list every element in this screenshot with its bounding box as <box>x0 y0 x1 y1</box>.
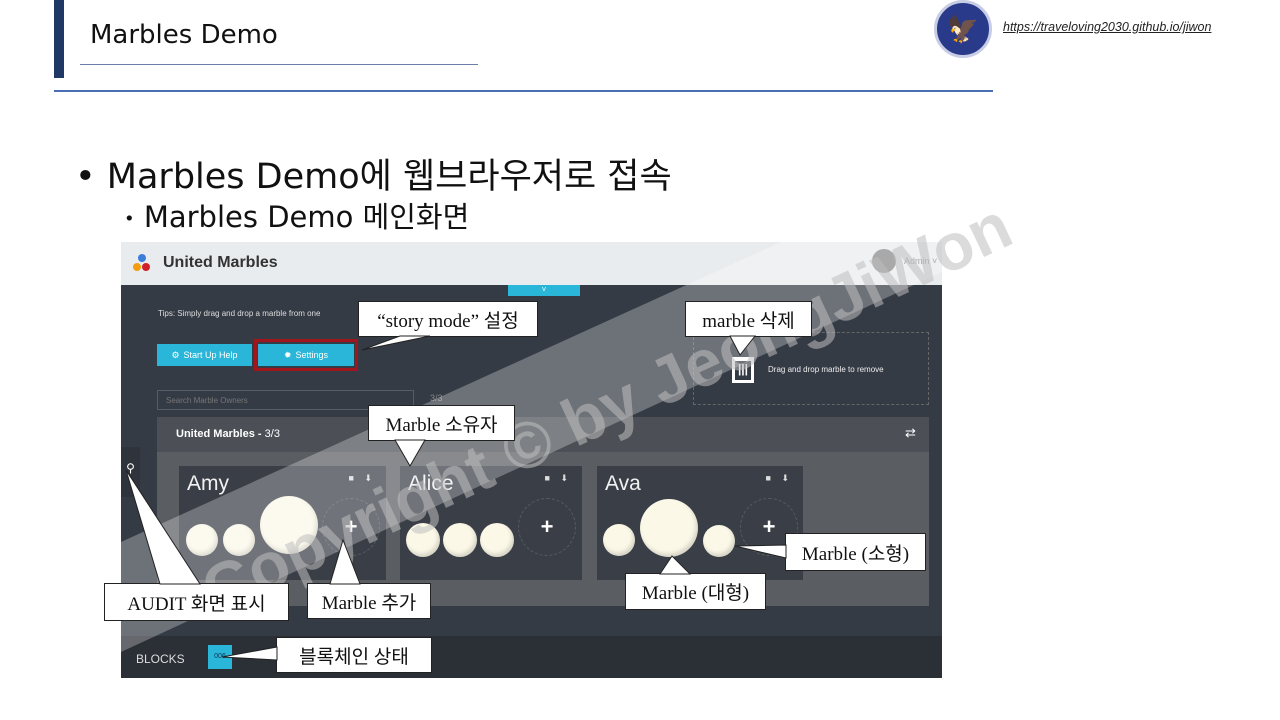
callout-audit: AUDIT 화면 표시 <box>104 583 289 621</box>
trash-dropzone[interactable]: ||| Drag and drop marble to remove <box>693 332 929 405</box>
marble-small[interactable] <box>186 524 218 556</box>
help-icon: ⚙ <box>171 349 180 360</box>
trash-text: Drag and drop marble to remove <box>768 365 884 374</box>
owner-count: 3/3 <box>430 393 443 403</box>
callout-large: Marble (대형) <box>625 573 766 610</box>
callout-add: Marble 추가 <box>307 583 431 619</box>
card-actions-icon[interactable]: ■ ⬇ <box>349 473 376 484</box>
callout-small: Marble (소형) <box>785 533 926 571</box>
tips-text: Tips: Simply drag and drop a marble from… <box>158 309 321 318</box>
callout-chain: 블록체인 상태 <box>276 637 432 673</box>
bullet-sub: • Marbles Demo 메인화면 <box>124 200 470 234</box>
callout-owner: Marble 소유자 <box>368 405 515 441</box>
settings-button[interactable]: ✹ Settings <box>258 344 354 366</box>
sort-icon[interactable]: ⇄ <box>905 425 916 441</box>
app-title: United Marbles <box>163 254 278 271</box>
owner-card-amy: Amy ■ ⬇ + <box>179 466 386 580</box>
add-marble-button[interactable]: + <box>518 498 576 556</box>
author-url-link[interactable]: https://traveloving2030.github.io/jiwon <box>1003 20 1211 34</box>
block-badge[interactable]: 006 <box>208 645 232 669</box>
marble-small[interactable] <box>480 523 514 557</box>
callout-delete: marble 삭제 <box>685 301 812 337</box>
marble-small[interactable] <box>703 525 735 557</box>
callout-story-mode: “story mode” 설정 <box>358 301 538 337</box>
owner-card-alice: Alice ■ ⬇ + <box>400 466 582 580</box>
owner-name: Amy <box>187 472 229 495</box>
panel-title: United Marbles - 3/3 <box>176 428 280 440</box>
collapse-tab[interactable]: ˅ <box>508 285 580 296</box>
slide-title: Marbles Demo <box>90 20 278 50</box>
panel-count: 3/3 <box>264 428 280 440</box>
bullet-main-text: Marbles Demo에 웹브라우저로 접속 <box>106 157 672 197</box>
owner-name: Ava <box>605 472 641 495</box>
marble-large[interactable] <box>260 496 318 554</box>
app-header: United Marbles Admin ˅ <box>121 242 942 285</box>
user-menu[interactable]: Admin ˅ <box>904 256 937 266</box>
owner-card-ava: Ava ■ ⬇ + <box>597 466 803 580</box>
bullet-main: • Marbles Demo에 웹브라우저로 접속 <box>75 157 672 197</box>
marble-small[interactable] <box>443 523 477 557</box>
marble-small[interactable] <box>603 524 635 556</box>
marble-small[interactable] <box>406 523 440 557</box>
footer-bar: BLOCKS 006 <box>121 636 942 678</box>
user-avatar-icon[interactable] <box>872 249 896 273</box>
user-name: Admin <box>904 256 930 266</box>
audit-side-tab[interactable]: ⚲ <box>121 447 140 497</box>
trash-icon: ||| <box>732 357 754 383</box>
gear-icon: ✹ <box>283 349 292 360</box>
start-up-help-button[interactable]: ⚙ Start Up Help <box>157 344 252 366</box>
add-marble-button[interactable]: + <box>322 498 380 556</box>
app-logo-icon <box>132 254 152 274</box>
title-accent-bar <box>54 0 64 78</box>
card-actions-icon[interactable]: ■ ⬇ <box>545 473 572 484</box>
bullet-sub-text: Marbles Demo 메인화면 <box>143 200 470 234</box>
card-actions-icon[interactable]: ■ ⬇ <box>766 473 793 484</box>
title-underline <box>80 64 478 65</box>
marble-large[interactable] <box>640 499 698 557</box>
blocks-label: BLOCKS <box>136 652 185 666</box>
university-logo: 🦅 <box>934 0 992 58</box>
owner-name: Alice <box>408 472 454 495</box>
marble-small[interactable] <box>223 524 255 556</box>
header-divider <box>54 90 993 92</box>
